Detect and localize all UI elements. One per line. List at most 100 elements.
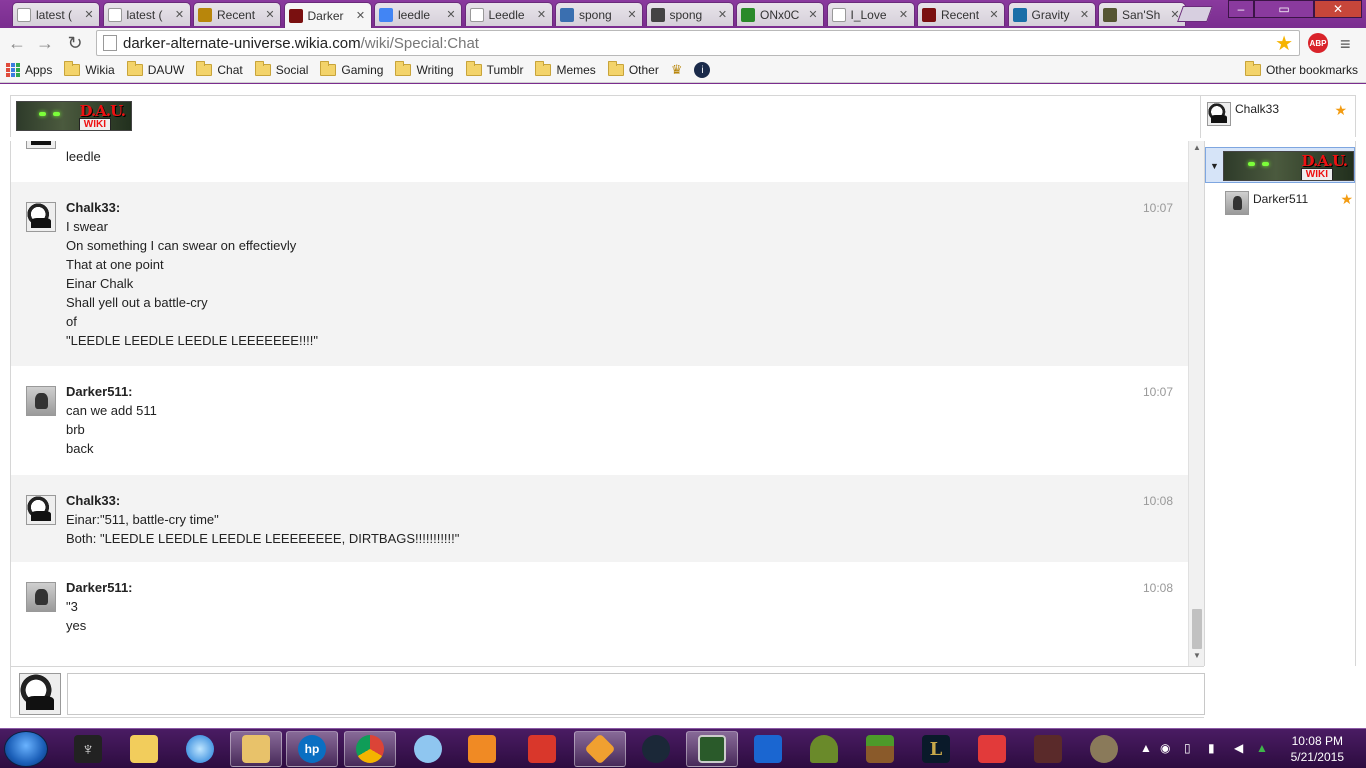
taskbar-grass[interactable] <box>798 731 850 767</box>
close-tab-icon[interactable]: ✕ <box>264 8 276 21</box>
taskbar-lego[interactable] <box>742 731 794 767</box>
close-window-button[interactable]: ✕ <box>1314 0 1362 18</box>
menu-icon[interactable]: ≡ <box>1340 34 1351 55</box>
tray-network-icon[interactable]: ▮ <box>1208 741 1215 755</box>
taskbar-explorer[interactable] <box>118 731 170 767</box>
room-entry[interactable]: ▼ D.A.U. WIKI <box>1205 147 1355 183</box>
taskbar-chrome[interactable] <box>344 731 396 767</box>
maximize-button[interactable]: ▭ <box>1254 0 1314 18</box>
adblock-icon[interactable]: ABP <box>1308 33 1328 53</box>
bookmark-folder-dauw[interactable]: DAUW <box>126 61 184 77</box>
tray-expand-icon[interactable]: ▲ <box>1140 741 1152 755</box>
taskbar-hp[interactable]: hp <box>286 731 338 767</box>
close-tab-icon[interactable]: ✕ <box>445 8 457 21</box>
close-tab-icon[interactable]: ✕ <box>988 8 1000 21</box>
close-tab-icon[interactable]: ✕ <box>807 8 819 21</box>
avatar[interactable] <box>26 495 56 525</box>
tab-5[interactable]: Leedle ✕ <box>464 2 553 26</box>
scroll-up-icon[interactable]: ▲ <box>1189 143 1205 155</box>
tab-3[interactable]: Darker ✕ <box>283 2 372 28</box>
taskbar-lol[interactable]: L <box>910 731 962 767</box>
forward-button[interactable]: → <box>34 33 56 53</box>
bookmark-folder-social[interactable]: Social <box>254 61 308 77</box>
tab-11[interactable]: Gravity ✕ <box>1007 2 1096 26</box>
system-clock[interactable]: 10:08 PM 5/21/2015 <box>1291 733 1344 765</box>
taskbar-steam[interactable] <box>630 731 682 767</box>
close-tab-icon[interactable]: ✕ <box>717 8 729 21</box>
tray-drive-icon[interactable]: ▲ <box>1256 741 1268 755</box>
close-tab-icon[interactable]: ✕ <box>355 9 367 22</box>
taskbar-minecraft[interactable] <box>854 731 906 767</box>
message-username[interactable]: Chalk33: <box>66 491 1188 510</box>
address-bar[interactable]: darker-alternate-universe.wikia.com/wiki… <box>96 30 1300 56</box>
message-scrollbar[interactable]: ▲ ▼ <box>1188 141 1204 666</box>
bookmark-app[interactable]: i <box>694 62 711 78</box>
tab-12[interactable]: San'Sh ✕ <box>1098 2 1186 26</box>
avatar[interactable] <box>26 202 56 232</box>
minimize-button[interactable]: – <box>1228 0 1254 18</box>
taskbar-app[interactable] <box>230 731 282 767</box>
current-user[interactable]: Chalk33 ★ <box>1200 96 1355 138</box>
bookmark-folder-memes[interactable]: Memes <box>535 61 596 77</box>
message-username[interactable]: Darker511: <box>66 578 1188 597</box>
close-tab-icon[interactable]: ✕ <box>1079 8 1091 21</box>
taskbar-news[interactable] <box>516 731 568 767</box>
start-button[interactable] <box>4 731 48 767</box>
wiki-logo[interactable]: D.A.U. WIKI <box>16 101 132 131</box>
tab-10[interactable]: Recent ✕ <box>917 2 1005 26</box>
tab-0[interactable]: latest (✕ <box>12 2 100 26</box>
close-tab-icon[interactable]: ✕ <box>174 8 186 21</box>
taskbar-gimp[interactable] <box>1078 731 1130 767</box>
folder-icon <box>465 61 482 76</box>
avatar[interactable] <box>26 386 56 416</box>
taskbar-browser-blue[interactable] <box>174 731 226 767</box>
reload-button[interactable]: ↻ <box>64 33 86 53</box>
bookmark-folder-other[interactable]: Other <box>607 61 659 77</box>
avatar[interactable] <box>26 582 56 612</box>
message-username[interactable]: Chalk33: <box>66 198 1188 217</box>
game-icon <box>1034 735 1062 763</box>
taskbar-audio[interactable] <box>402 731 454 767</box>
bookmark-folder-tumblr[interactable]: Tumblr <box>465 61 523 77</box>
taskbar-game[interactable] <box>1022 731 1074 767</box>
bookmark-fandom[interactable]: ♛ <box>671 62 683 78</box>
tab-9[interactable]: I_Love ✕ <box>826 2 915 26</box>
list-item: Darker511: 10:07 can we add 511 brb back <box>11 366 1188 475</box>
bookmark-folder-gaming[interactable]: Gaming <box>320 61 383 77</box>
bookmark-folder-writing[interactable]: Writing <box>395 61 454 77</box>
bookmark-star-icon[interactable]: ★ <box>1275 31 1293 56</box>
tray-volume-icon[interactable]: ◀ <box>1234 741 1243 755</box>
other-bookmarks[interactable]: Other bookmarks <box>1244 61 1358 77</box>
message-username[interactable]: Darker511: <box>66 382 1188 401</box>
collapse-triangle-icon[interactable]: ▼ <box>1210 161 1219 171</box>
bookmark-folder-chat[interactable]: Chat <box>196 61 243 77</box>
message-input[interactable] <box>67 673 1205 715</box>
page-icon <box>103 35 117 51</box>
taskbar-skyrim[interactable]: ♆ <box>62 731 114 767</box>
close-tab-icon[interactable]: ✕ <box>898 8 910 21</box>
tab-8[interactable]: ONx0C ✕ <box>736 2 824 26</box>
scroll-thumb[interactable] <box>1192 609 1202 649</box>
bookmark-apps[interactable]: Apps <box>6 63 52 77</box>
tray-steam-icon[interactable]: ◉ <box>1160 741 1170 755</box>
user-list-item[interactable]: Darker511 ★ <box>1225 191 1353 215</box>
taskbar-reader[interactable] <box>966 731 1018 767</box>
taskbar-tool[interactable] <box>574 731 626 767</box>
tab-4[interactable]: leedle ✕ <box>374 2 462 26</box>
tab-2[interactable]: Recent ✕ <box>193 2 281 26</box>
taskbar-monitor[interactable] <box>686 731 738 767</box>
tab-6[interactable]: spong ✕ <box>555 2 643 26</box>
close-tab-icon[interactable]: ✕ <box>536 8 548 21</box>
avatar <box>1225 191 1249 215</box>
bookmark-folder-wikia[interactable]: Wikia <box>64 61 115 77</box>
tab-1[interactable]: latest (✕ <box>102 2 191 26</box>
new-tab-button[interactable] <box>1177 6 1213 22</box>
tab-7[interactable]: spong ✕ <box>645 2 734 26</box>
taskbar-media[interactable] <box>456 731 508 767</box>
close-tab-icon[interactable]: ✕ <box>626 8 638 21</box>
tray-device-icon[interactable]: ▯ <box>1184 741 1191 755</box>
logo-eye-icon <box>53 112 60 116</box>
scroll-down-icon[interactable]: ▼ <box>1189 651 1205 663</box>
back-button[interactable]: ← <box>6 33 28 53</box>
close-tab-icon[interactable]: ✕ <box>83 8 95 21</box>
